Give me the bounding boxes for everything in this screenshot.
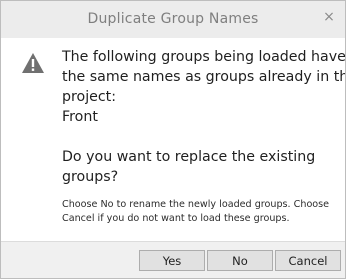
- close-icon[interactable]: ×: [321, 9, 337, 25]
- message-line: project:: [62, 89, 117, 105]
- message-text: The following groups being loaded have t…: [62, 47, 345, 127]
- question-line: groups?: [62, 169, 119, 185]
- message-line: the same names as groups already in the: [62, 69, 346, 85]
- button-bar: Yes No Cancel: [1, 241, 345, 278]
- no-button[interactable]: No: [207, 250, 273, 271]
- dialog-title: Duplicate Group Names: [87, 11, 259, 27]
- warning-icon: [22, 53, 44, 73]
- question-text: Do you want to replace the existing grou…: [62, 147, 345, 187]
- cancel-button[interactable]: Cancel: [275, 250, 341, 271]
- yes-button[interactable]: Yes: [139, 250, 205, 271]
- hint-line: Cancel if you do not want to load these …: [62, 213, 290, 224]
- question-line: Do you want to replace the existing: [62, 149, 316, 165]
- hint-line: Choose No to rename the newly loaded gro…: [62, 199, 330, 210]
- message-line: The following groups being loaded have: [62, 49, 346, 65]
- title-bar[interactable]: Duplicate Group Names ×: [1, 1, 345, 38]
- duplicate-group-names-dialog: Duplicate Group Names × The following gr…: [0, 0, 346, 279]
- group-name: Front: [62, 109, 98, 125]
- hint-text: Choose No to rename the newly loaded gro…: [62, 198, 345, 226]
